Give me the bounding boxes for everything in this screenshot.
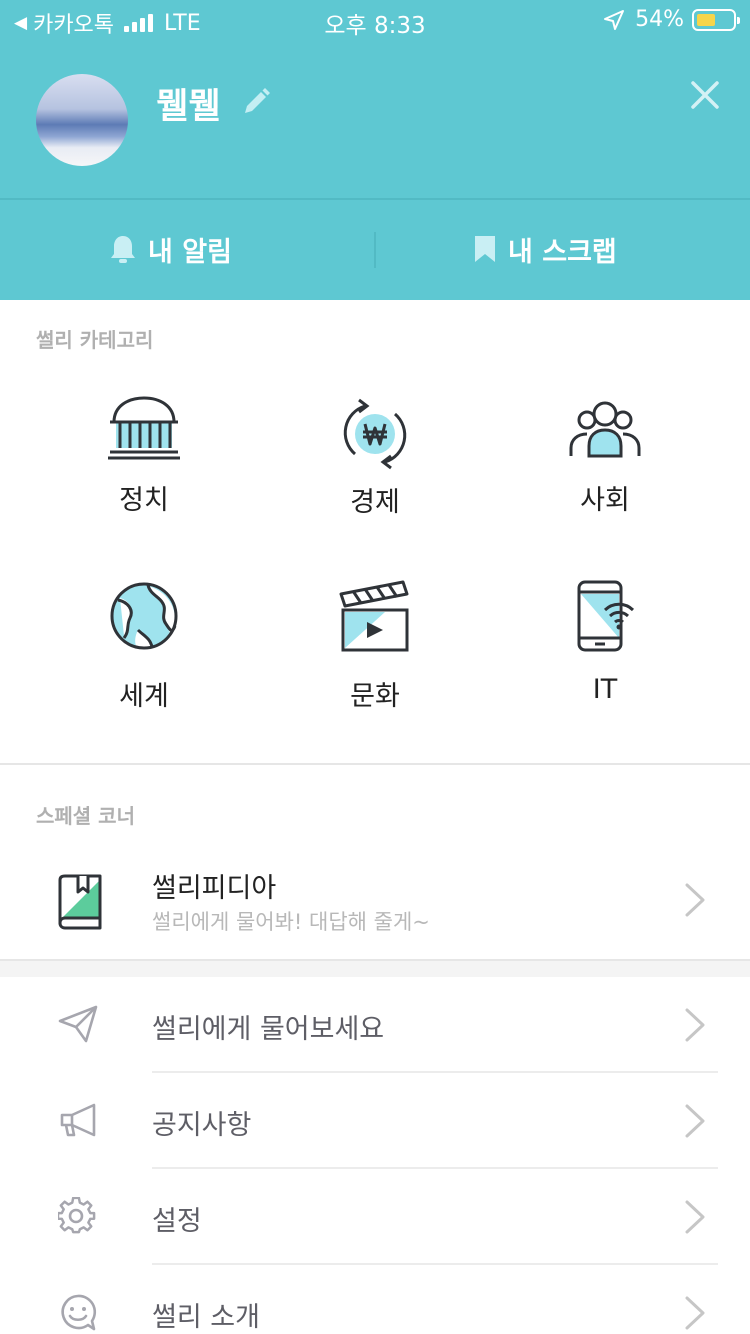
gear-icon <box>58 1197 96 1234</box>
menu-label: 썰리에게 물어보세요 <box>152 1014 385 1045</box>
category-economy[interactable]: 경제 <box>295 396 455 519</box>
category-politics[interactable]: 정치 <box>64 396 224 517</box>
category-society[interactable]: 사회 <box>525 396 685 517</box>
chevron-right-icon <box>685 1296 705 1330</box>
status-bar: ◀ 카카오톡 LTE 오후 8:33 54% <box>0 0 750 40</box>
menu-label: 공지사항 <box>152 1110 252 1141</box>
category-culture[interactable]: 문화 <box>295 580 455 713</box>
smiley-bubble-icon <box>61 1294 97 1331</box>
battery-icon <box>692 8 740 31</box>
category-label: 문화 <box>350 681 400 712</box>
header-button-divider <box>374 232 376 268</box>
chevron-right-icon <box>685 1104 705 1138</box>
sullypedia-row[interactable]: 썰리피디아 썰리에게 물어봐! 대답해 줄게~ <box>0 842 750 960</box>
my-alarm-button[interactable]: 내 알림 <box>110 220 232 278</box>
category-label: 정치 <box>119 485 169 516</box>
sullypedia-subtitle: 썰리에게 물어봐! 대답해 줄게~ <box>152 910 430 934</box>
menu-label: 썰리 소개 <box>152 1302 260 1333</box>
avatar[interactable] <box>36 74 128 166</box>
my-scrap-label: 내 스크랩 <box>508 236 617 268</box>
location-arrow-icon <box>604 9 625 30</box>
profile-header: ◀ 카카오톡 LTE 오후 8:33 54% 뭴뭴 내 알림 내 스크랩 <box>0 0 750 300</box>
menu-notice[interactable]: 공지사항 <box>0 1073 750 1169</box>
category-section-title: 썰리 카테고리 <box>36 328 154 352</box>
menu-settings[interactable]: 설정 <box>0 1169 750 1265</box>
clapperboard-icon <box>339 580 409 652</box>
paper-plane-icon <box>58 1005 98 1043</box>
edit-pencil-icon[interactable] <box>240 86 272 118</box>
bookmark-icon <box>475 236 495 262</box>
people-icon <box>569 401 641 458</box>
bell-icon <box>111 236 135 263</box>
category-label: IT <box>592 674 618 705</box>
category-world[interactable]: 세계 <box>64 580 224 713</box>
section-gap <box>0 959 750 977</box>
category-it[interactable]: IT <box>525 580 685 705</box>
chevron-right-icon <box>685 883 705 917</box>
profile-name: 뭴뭴 <box>156 87 221 127</box>
category-label: 사회 <box>580 485 630 516</box>
my-alarm-label: 내 알림 <box>148 236 232 268</box>
battery-percent: 54% <box>635 7 684 32</box>
chevron-right-icon <box>685 1200 705 1234</box>
my-scrap-button[interactable]: 내 스크랩 <box>474 220 617 278</box>
menu-about-sully[interactable]: 썰리 소개 <box>0 1265 750 1334</box>
globe-icon <box>110 582 178 650</box>
header-divider <box>0 198 750 200</box>
menu-ask-sully[interactable]: 썰리에게 물어보세요 <box>0 977 750 1073</box>
category-label: 경제 <box>350 487 400 518</box>
won-exchange-icon <box>343 398 407 470</box>
category-label: 세계 <box>119 681 169 712</box>
sullypedia-title: 썰리피디아 <box>152 873 277 904</box>
close-icon[interactable] <box>686 76 724 114</box>
chevron-right-icon <box>685 1008 705 1042</box>
book-icon <box>58 874 102 930</box>
megaphone-icon <box>60 1103 96 1137</box>
parliament-icon <box>108 396 180 460</box>
menu-label: 설정 <box>152 1206 202 1237</box>
smartphone-wifi-icon <box>577 580 635 652</box>
section-divider <box>0 763 750 765</box>
special-section-title: 스페셜 코너 <box>36 804 135 828</box>
